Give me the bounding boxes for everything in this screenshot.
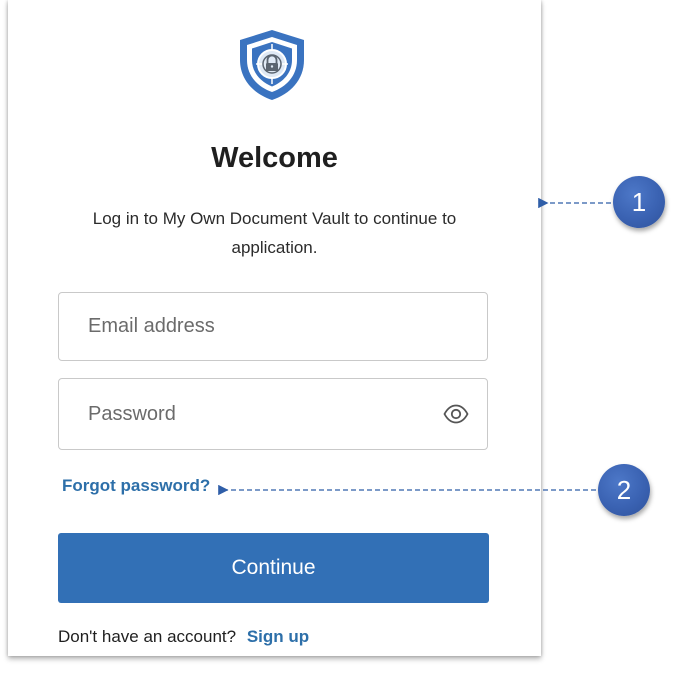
password-input[interactable] [59,379,487,449]
callout-badge-2: 2 [598,464,650,516]
signup-link[interactable]: Sign up [247,627,309,646]
signup-prompt: Don't have an account? [58,627,237,646]
screenshot-stage: Welcome Log in to My Own Document Vault … [0,0,692,676]
page-title: Welcome [211,142,338,174]
signup-row: Don't have an account? Sign up [58,627,309,647]
login-card: Welcome Log in to My Own Document Vault … [8,0,541,656]
continue-button[interactable]: Continue [58,533,489,603]
email-field-box [58,292,488,361]
forgot-password-link[interactable]: Forgot password? [62,476,210,496]
password-field-box [58,378,488,450]
shield-lock-icon [236,28,308,102]
eye-icon[interactable] [443,403,469,425]
email-input[interactable] [59,293,487,360]
callout-badge-1: 1 [613,176,665,228]
login-subtitle: Log in to My Own Document Vault to conti… [92,209,457,257]
